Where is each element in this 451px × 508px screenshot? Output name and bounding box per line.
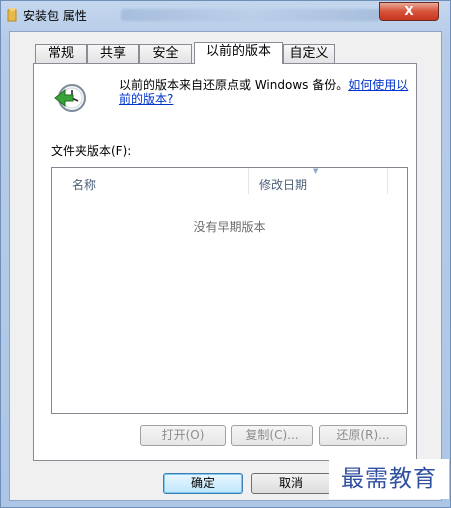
column-header-date[interactable]: 修改日期 — [259, 176, 307, 193]
watermark: 最需教育 — [329, 459, 449, 499]
column-header-name[interactable]: 名称 — [72, 176, 96, 193]
clock-restore-icon — [54, 84, 86, 112]
close-button[interactable]: X — [379, 2, 439, 21]
sort-arrow-icon: ▼ — [313, 167, 319, 175]
ok-button[interactable]: 确定 — [163, 473, 243, 494]
tab-previous-versions[interactable]: 以前的版本 — [194, 42, 283, 64]
cancel-button[interactable]: 取消 — [251, 473, 331, 494]
empty-list-message: 没有早期版本 — [193, 220, 266, 234]
tab-general[interactable]: 常规 — [35, 44, 87, 63]
open-button[interactable]: 打开(O) — [140, 425, 226, 446]
close-icon: X — [404, 4, 414, 18]
folder-versions-label: 文件夹版本(F): — [51, 144, 132, 158]
column-separator[interactable] — [387, 168, 388, 194]
info-text: 以前的版本来自还原点或 Windows 备份。如何使用以前的版本? — [119, 78, 409, 106]
folder-icon — [7, 8, 17, 22]
properties-dialog: 安装包 属性 X 常规 共享 安全 以前的版本 自定义 以前的版本来自还原点或 … — [0, 0, 451, 508]
window-title: 安装包 属性 — [23, 9, 87, 23]
tab-sharing[interactable]: 共享 — [87, 44, 139, 63]
restore-button[interactable]: 还原(R)... — [319, 425, 407, 446]
tab-customize[interactable]: 自定义 — [283, 44, 335, 63]
tab-security[interactable]: 安全 — [139, 44, 192, 63]
blurred-title-area — [121, 9, 381, 21]
info-description: 以前的版本来自还原点或 Windows 备份。 — [119, 78, 349, 92]
title-bar[interactable]: 安装包 属性 X — [1, 1, 450, 31]
column-separator[interactable] — [248, 168, 249, 194]
versions-list[interactable]: 名称 ▼ 修改日期 没有早期版本 — [51, 167, 408, 414]
copy-button[interactable]: 复制(C)... — [231, 425, 313, 446]
